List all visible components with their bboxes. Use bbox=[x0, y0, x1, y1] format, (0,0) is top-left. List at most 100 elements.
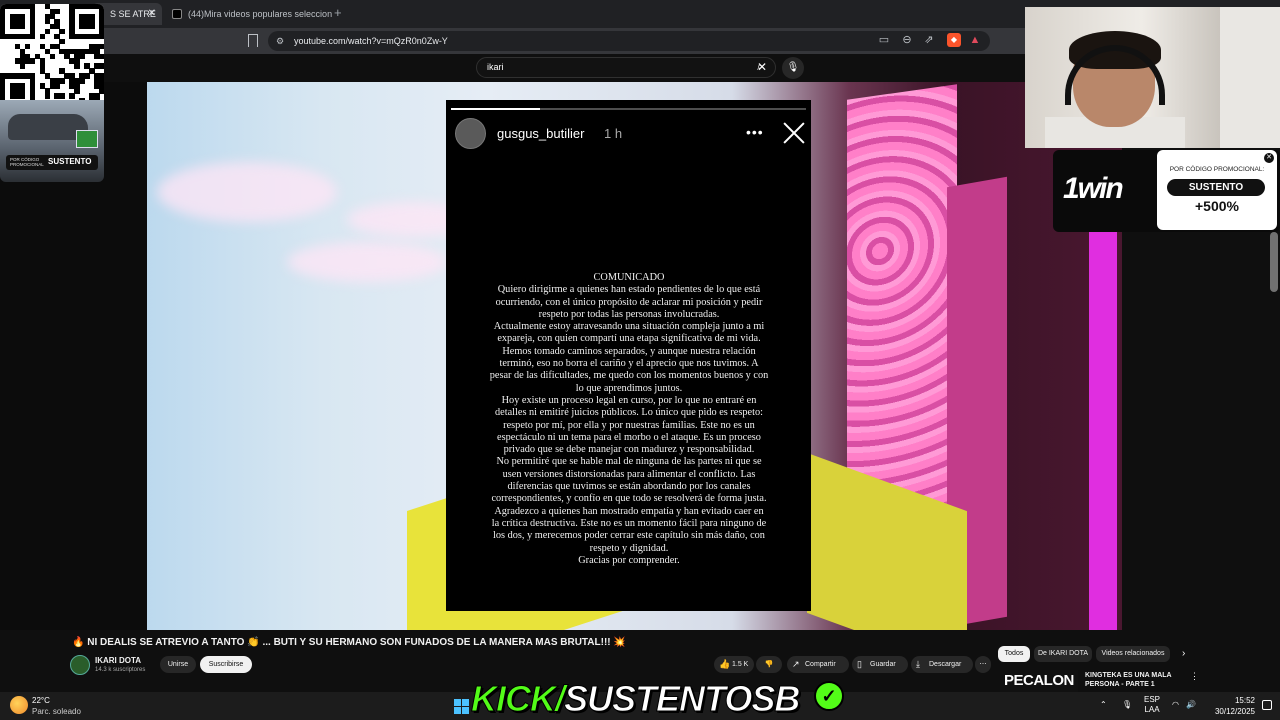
save-label: Guardar bbox=[870, 661, 896, 668]
qr-module bbox=[74, 88, 80, 94]
story-progress-fill bbox=[451, 108, 540, 110]
rewards-icon[interactable]: ▲ bbox=[968, 33, 982, 47]
chip-all[interactable]: Todos bbox=[998, 646, 1030, 662]
search-icon[interactable]: ⌕ bbox=[749, 57, 771, 78]
qr-module bbox=[49, 53, 55, 59]
scrollbar[interactable] bbox=[1270, 232, 1278, 292]
microphone-icon[interactable]: 🎙 bbox=[782, 57, 804, 79]
share-icon: ↗ bbox=[792, 659, 800, 669]
share-button[interactable]: ↗ Compartir bbox=[787, 656, 849, 673]
tray-arrow-icon[interactable]: ⌃ bbox=[1100, 700, 1107, 709]
story-line: Agradezco a quienes han mostrado empatía… bbox=[494, 505, 764, 517]
story-line: Quiero dirigirme a quienes han estado pe… bbox=[497, 284, 761, 296]
qr-module bbox=[59, 28, 65, 35]
qr-module bbox=[29, 33, 36, 40]
story-line: privado que se debe manejar con madurez … bbox=[503, 444, 755, 456]
webcam-background bbox=[1220, 7, 1280, 148]
promo-small-text: POR CÓDIGO PROMOCIONAL bbox=[10, 157, 44, 167]
like-button[interactable]: 👍 1.5 K bbox=[714, 656, 754, 673]
windows-start-icon[interactable] bbox=[454, 699, 469, 714]
dislike-button[interactable]: 👎 bbox=[756, 656, 782, 673]
brave-shield-icon[interactable]: ◆ bbox=[947, 33, 961, 47]
story-line: espectáculo ni un tema para el morbo o e… bbox=[497, 431, 761, 443]
volume-icon[interactable]: 🔊 bbox=[1186, 700, 1196, 709]
video-title: 🔥 NI DEALIS SE ATREVIO A TANTO 👏 ... BUT… bbox=[72, 637, 626, 648]
qr-module bbox=[59, 93, 65, 99]
close-tab-icon[interactable]: ✕ bbox=[148, 3, 156, 25]
story-viewer: gusgus_butilier 1 h ••• COMUNICADO Quiero… bbox=[446, 100, 811, 611]
chip-related[interactable]: Videos relacionados bbox=[1096, 646, 1170, 662]
avatar[interactable] bbox=[455, 118, 486, 149]
story-line: expareja, con quien compartí una etapa s… bbox=[497, 333, 761, 345]
channel-avatar[interactable] bbox=[70, 655, 90, 675]
story-line: ocurriendo, con el único propósito de ac… bbox=[495, 296, 763, 308]
bookmark-icon[interactable] bbox=[248, 34, 258, 47]
sponsor-promo-code: SUSTENTO bbox=[1167, 179, 1265, 196]
search-input[interactable]: ikari ✕ bbox=[476, 57, 776, 78]
search-value: ikari bbox=[487, 62, 504, 72]
qr-module bbox=[59, 38, 65, 45]
share-icon[interactable]: ⇗ bbox=[922, 33, 936, 47]
sponsor-bonus: +500% bbox=[1195, 198, 1239, 214]
more-options-icon[interactable]: ⋮ bbox=[1190, 671, 1199, 682]
wifi-icon[interactable]: ◠ bbox=[1172, 700, 1179, 709]
weather-desc: Parc. soleado bbox=[32, 707, 81, 716]
qr-module bbox=[44, 28, 50, 35]
cloud bbox=[287, 242, 447, 282]
qr-module bbox=[19, 63, 26, 69]
site-settings-icon[interactable]: ⚙ bbox=[276, 36, 286, 46]
story-username[interactable]: gusgus_butilier bbox=[497, 126, 584, 141]
qr-module bbox=[99, 43, 104, 50]
qr-module bbox=[39, 33, 46, 40]
qr-module bbox=[59, 78, 65, 84]
qr-module bbox=[99, 88, 104, 94]
language-indicator[interactable]: ESP LAA bbox=[1144, 695, 1160, 715]
story-line: No permitiré que se hable mal de ninguna… bbox=[496, 456, 762, 468]
subscribe-button[interactable]: Suscribirse bbox=[200, 656, 252, 673]
zoom-icon[interactable]: ⊖ bbox=[900, 33, 914, 47]
new-tab-icon[interactable]: + bbox=[334, 5, 342, 20]
lang-code: ESP bbox=[1144, 695, 1161, 704]
clock-time: 15:52 bbox=[1234, 696, 1255, 705]
qr-module bbox=[19, 23, 26, 30]
screen: S SE ATRE ✕ (44)Mira videos populares se… bbox=[0, 0, 1280, 720]
sponsor-promo-label: POR CÓDIGO PROMOCIONAL: bbox=[1169, 166, 1265, 173]
channel-name[interactable]: IKARI DOTA bbox=[95, 656, 141, 665]
join-button[interactable]: Unirse bbox=[160, 656, 196, 673]
story-line: COMUNICADO bbox=[593, 272, 665, 283]
cast-icon[interactable]: ▭ bbox=[877, 33, 891, 47]
more-actions-icon[interactable]: ⋯ bbox=[975, 656, 991, 673]
story-line: respeto y dignidad. bbox=[589, 542, 669, 554]
weather-icon[interactable] bbox=[10, 696, 28, 714]
more-options-icon[interactable]: ••• bbox=[746, 124, 764, 140]
magenta-block bbox=[1089, 182, 1117, 630]
next-video-thumbnail[interactable]: PECALON bbox=[1000, 670, 1078, 692]
notification-icon[interactable] bbox=[1262, 700, 1272, 710]
qr-module bbox=[44, 93, 50, 99]
qr-module bbox=[84, 73, 90, 79]
tab-tiktok[interactable]: (44)Mira videos populares seleccion bbox=[168, 3, 338, 25]
story-line: usen versiones distorsionadas para alime… bbox=[502, 468, 756, 480]
kick-name: SUSTENTOSB bbox=[563, 678, 800, 720]
url-text: youtube.com/watch?v=mQzR0n0Zw-Y bbox=[294, 36, 448, 46]
webcam-feed bbox=[1025, 7, 1220, 148]
story-line: detalles ni emitiré juicios públicos. Lo… bbox=[495, 407, 763, 419]
chevron-right-icon[interactable]: › bbox=[1182, 648, 1185, 659]
download-button[interactable]: ⤓ Descargar bbox=[911, 656, 973, 673]
qr-module bbox=[79, 53, 85, 59]
tiktok-icon bbox=[172, 9, 182, 19]
story-line: Hemos tomado caminos separados, y aunque… bbox=[502, 345, 756, 357]
sponsor-banner: 1win ✕ POR CÓDIGO PROMOCIONAL: SUSTENTO … bbox=[1053, 150, 1280, 232]
microphone-icon[interactable]: 🎙 bbox=[1122, 700, 1132, 709]
clock[interactable]: 15:52 30/12/2025 bbox=[1209, 695, 1255, 717]
story-line: correspondientes, y confío en que todo s… bbox=[491, 493, 767, 505]
verified-check-icon: ✓ bbox=[814, 681, 844, 711]
story-line: Hoy existe un proceso legal en curso, po… bbox=[501, 394, 757, 406]
save-button[interactable]: ▯ Guardar bbox=[852, 656, 908, 673]
next-video-title[interactable]: KINGTEKA ES UNA MALA PERSONA - PARTE 1 bbox=[1085, 671, 1180, 689]
kick-prefix: KICK/ bbox=[471, 678, 566, 720]
close-icon[interactable] bbox=[782, 121, 806, 145]
download-label: Descargar bbox=[929, 661, 962, 668]
bookmark-icon: ▯ bbox=[857, 659, 862, 669]
chip-channel[interactable]: De IKARI DOTA bbox=[1034, 646, 1092, 662]
